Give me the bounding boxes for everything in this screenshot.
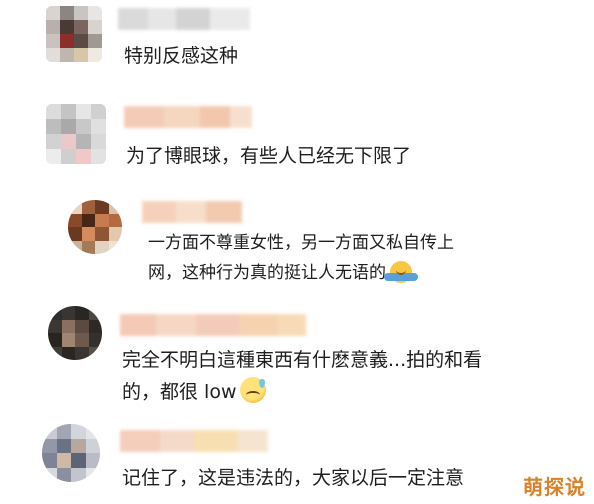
comment-text: 特别反感这种 (124, 45, 239, 67)
username-blurred[interactable] (120, 430, 268, 452)
avatar[interactable] (46, 104, 106, 164)
comment-text-line-1: 一方面不尊重女性，另一方面又私自传上 (148, 233, 454, 253)
comment-text-line-1: 完全不明白這種東西有什麽意義...拍的和看 (122, 349, 483, 371)
avatar[interactable] (48, 306, 102, 360)
comment-text-line-2: 网，这种行为真的挺让人无语的 (148, 258, 418, 288)
avatar[interactable] (68, 200, 122, 254)
username-blurred[interactable] (118, 8, 250, 30)
avatar[interactable] (42, 424, 100, 482)
username-blurred[interactable] (142, 201, 242, 223)
shrug-emoji-icon (384, 261, 418, 283)
comment-text: 为了博眼球，有些人已经无下限了 (126, 145, 412, 167)
comment-text-line-2: 的，都很 low (122, 376, 267, 408)
sweat-smile-emoji-icon (240, 377, 267, 403)
watermark-logo: 萌探说 (523, 475, 586, 499)
comment-thread-screen: { "comments": [ { "username": "", "text"… (0, 0, 594, 504)
username-blurred[interactable] (120, 314, 306, 336)
avatar[interactable] (46, 6, 102, 62)
comment-text: 的，都很 low (122, 381, 237, 403)
comment-text: 记住了，这是违法的，大家以后一定注意 (122, 467, 465, 489)
username-blurred[interactable] (124, 106, 252, 128)
comment-text: 网，这种行为真的挺让人无语的 (148, 263, 386, 283)
